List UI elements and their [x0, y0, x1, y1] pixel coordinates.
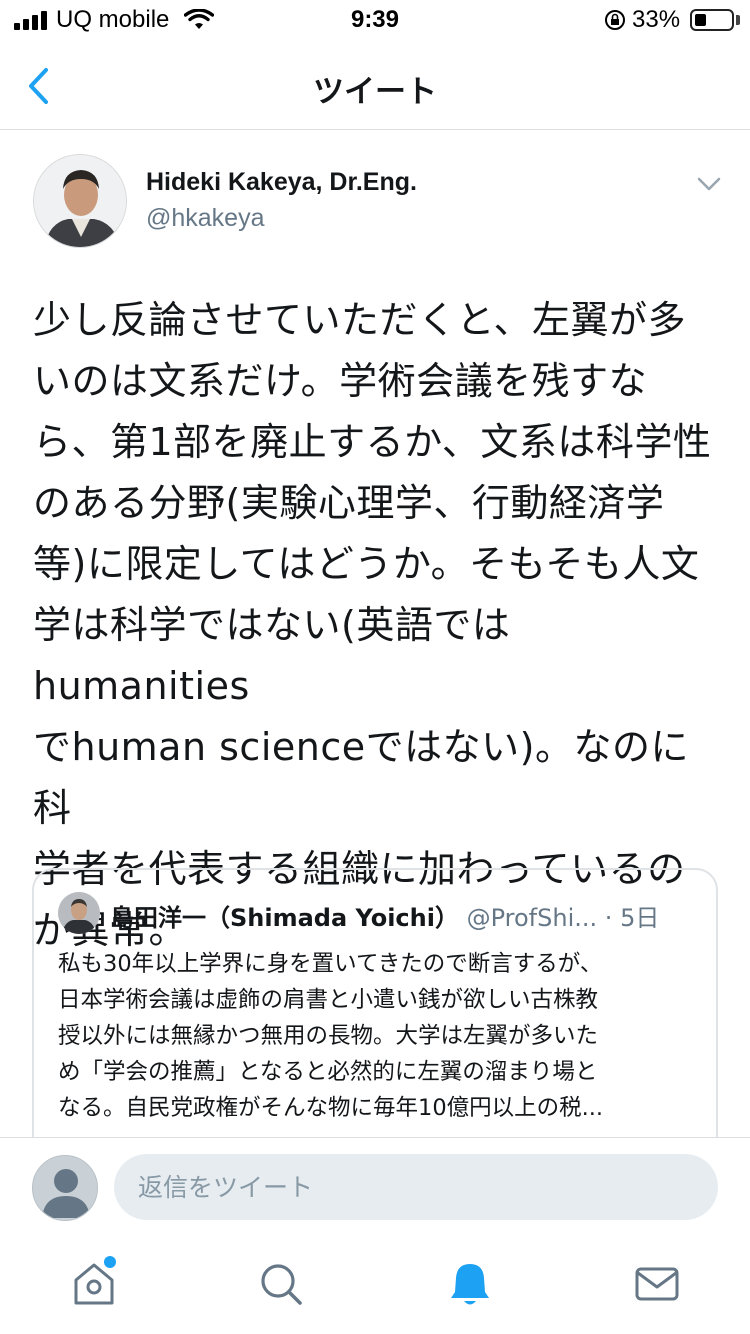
quoted-text-line: なる。自民党政権がそんな物に毎年10億円以上の税...: [58, 1095, 604, 1121]
quoted-text-line: 授以外には無縁かつ無用の長物。大学は左翼が多いた: [58, 1023, 599, 1049]
notifications-bell-icon[interactable]: [445, 1259, 495, 1309]
quoted-tweet-card[interactable]: 島田洋一（Shimada Yoichi） @ProfShi... · 5日 私も…: [32, 868, 718, 1158]
tweet-text-line: でhuman scienceではない)。なのに科: [33, 725, 689, 830]
tweet-text: 少し反論させていただくと、左翼が多 いのは文系だけ。学術会議を残すな ら、第1部…: [33, 290, 723, 961]
person-photo-icon: [34, 155, 126, 247]
quoted-timestamp: 5日: [620, 904, 660, 932]
page-title: ツイート: [313, 74, 437, 110]
tweet-text-line: 少し反論させていただくと、左翼が多: [33, 298, 686, 342]
separator-dot: ·: [604, 904, 613, 932]
user-avatar[interactable]: [32, 1155, 98, 1221]
battery-level: [695, 14, 706, 26]
battery-icon: [690, 9, 734, 31]
battery-tip: [736, 15, 740, 25]
status-bar: UQ mobile 9:39 33%: [0, 0, 750, 42]
tweet-text-line: ら、第1部を廃止するか、文系は科学性: [33, 420, 712, 464]
tweet-text-line: いのは文系だけ。学術会議を残すな: [33, 359, 648, 403]
quoted-author-handle: @ProfShi...: [466, 904, 598, 932]
rotation-lock-icon: [605, 10, 625, 30]
quoted-tweet-text: 私も30年以上学界に身を置いてきたので断言するが、 日本学術会議は虚飾の肩書と小…: [58, 946, 698, 1126]
battery-percentage: 33%: [632, 6, 681, 33]
default-person-icon: [33, 1156, 97, 1220]
tweet-text-line: 等)に限定してはどうか。そもそも人文: [33, 542, 700, 586]
author-name[interactable]: Hideki Kakeya, Dr.Eng.: [146, 168, 417, 197]
quoted-author-name: 島田洋一（Shimada Yoichi）: [110, 904, 459, 932]
tweet-text-line: 学は科学ではない(英語ではhumanities: [33, 603, 511, 708]
chevron-down-icon[interactable]: [696, 172, 722, 196]
author-avatar[interactable]: [33, 154, 127, 248]
quoted-header: 島田洋一（Shimada Yoichi） @ProfShi... · 5日: [110, 898, 710, 933]
person-photo-icon: [58, 892, 100, 934]
quoted-text-line: め「学会の推薦」となると必然的に左翼の溜まり場と: [58, 1059, 598, 1085]
reply-input[interactable]: [114, 1154, 718, 1220]
nav-bar: ツイート: [0, 42, 750, 130]
quoted-text-line: 日本学術会議は虚飾の肩書と小遣い銭が欲しい古株教: [58, 987, 599, 1013]
author-handle[interactable]: @hkakeya: [146, 204, 265, 233]
search-icon[interactable]: [256, 1259, 306, 1309]
messages-mail-icon[interactable]: [632, 1259, 682, 1309]
tweet-text-line: のある分野(実験心理学、行動経済学: [33, 481, 665, 525]
reply-bar: [0, 1137, 750, 1237]
tab-bar: [0, 1237, 750, 1334]
quoted-text-line: 私も30年以上学界に身を置いてきたので断言するが、: [58, 951, 603, 977]
quoted-author-avatar: [58, 892, 100, 934]
new-content-dot: [104, 1256, 116, 1268]
